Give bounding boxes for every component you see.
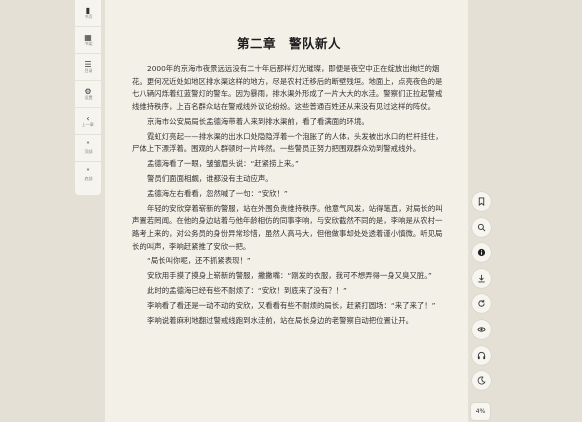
paragraph: 年轻的安欣穿着崭新的警服，站在外围负责维持秩序。他意气风发，站得笔直，对局长的叫… <box>132 203 443 251</box>
chevron-up-icon: ˄ <box>86 140 90 150</box>
toolbar-item-prev-chapter[interactable]: ‹ 上一章 <box>75 108 101 135</box>
search-button[interactable] <box>471 217 491 237</box>
toolbar-item-label: 书架 <box>83 41 93 47</box>
list-icon: ☰ <box>84 59 92 69</box>
paragraph: 京海市公安局局长孟德海带着人来到排水渠前，看了看满面的环境。 <box>147 116 369 126</box>
toolbar-item-book[interactable]: ▮ 书页 <box>75 0 101 27</box>
toolbar-item-label: 书页 <box>83 14 93 20</box>
chapter-title: 第二章 警队新人 <box>236 36 341 51</box>
toolbar-item-bookshelf[interactable]: ▦ 书架 <box>75 27 101 54</box>
refresh-icon <box>477 300 485 308</box>
reading-progress: 4% <box>471 403 490 420</box>
gear-icon: ⚙ <box>84 86 92 96</box>
download-icon <box>477 274 485 283</box>
listen-button[interactable] <box>471 345 491 365</box>
bookmark-button[interactable] <box>471 192 491 211</box>
paragraph: “局长叫你呢，还不抓紧表现！” <box>147 256 251 266</box>
grid-icon: ▦ <box>84 32 92 42</box>
night-mode-button[interactable] <box>471 371 491 391</box>
info-button[interactable] <box>471 243 491 263</box>
chevron-down-icon: ˅ <box>86 168 90 177</box>
paragraph: 李响看了看还是一动不动的安欣，又看看有些不耐烦的局长，赶紧打圆场：“来了来了！” <box>147 301 436 311</box>
paragraph: 安欣用手摸了摸身上崭新的警服，撇撇嘴：“刚发的衣服，我可不想弄得一身又臭又脏。” <box>147 271 432 281</box>
headphones-icon <box>477 351 485 359</box>
paragraph: 2000年的京海市夜景远远没有二十年后那样灯光璀璨，即便是夜空中正在绽放出绚烂的… <box>132 64 443 111</box>
right-toolbar <box>470 192 492 397</box>
reading-page: 第二章 警队新人 2000年的京海市夜景远远没有二十年后那样灯光璀璨，即便是夜空… <box>105 0 468 422</box>
toolbar-item-label: 顶部 <box>83 149 93 155</box>
paragraph: 孟德海左右看看，忽然喊了一句：“安欣！” <box>147 188 288 198</box>
paragraph: 此时的孟德海已经有些不耐烦了：“安欣！到底来了没有？！” <box>147 286 347 296</box>
paragraph: 霓虹灯亮起——排水渠的出水口处隐隐浮着一个泡胀了的人体，头发被出水口的栏杆挂住，… <box>132 131 443 154</box>
info-icon <box>477 249 485 257</box>
book-icon: ▮ <box>85 5 91 15</box>
toolbar-item-label: 上一章 <box>81 122 95 128</box>
paragraph: 孟德海看了一眼，皱皱眉头说：“赶紧捞上来。” <box>147 159 299 169</box>
chevron-left-icon: ‹ <box>86 113 90 123</box>
toolbar-item-bottom[interactable]: ˅ 底部 <box>75 162 101 189</box>
refresh-button[interactable] <box>471 294 491 314</box>
left-toolbar: ▮ 书页 ▦ 书架 ☰ 目录 ⚙ 设置 ‹ 上一章 ˄ 顶部 ˅ 底部 <box>75 0 101 195</box>
eye-button[interactable] <box>471 319 491 339</box>
toolbar-item-settings[interactable]: ⚙ 设置 <box>75 81 101 108</box>
moon-icon <box>477 376 486 385</box>
toolbar-item-top[interactable]: ˄ 顶部 <box>75 135 101 162</box>
download-button[interactable] <box>471 268 491 288</box>
search-icon <box>477 223 485 232</box>
toolbar-item-contents[interactable]: ☰ 目录 <box>75 54 101 81</box>
bookmark-icon <box>478 197 484 206</box>
toolbar-item-label: 目录 <box>83 68 93 74</box>
paragraph: 警员们面面相觑，谁都没有主动应声。 <box>147 173 273 183</box>
paragraph: 李响说着麻利地翻过警戒线跑到水洼前，站在局长身边的老警察自动把位置让开。 <box>147 315 414 325</box>
toolbar-item-label: 设置 <box>83 95 93 101</box>
eye-icon <box>476 327 486 332</box>
toolbar-item-label: 底部 <box>83 177 93 182</box>
